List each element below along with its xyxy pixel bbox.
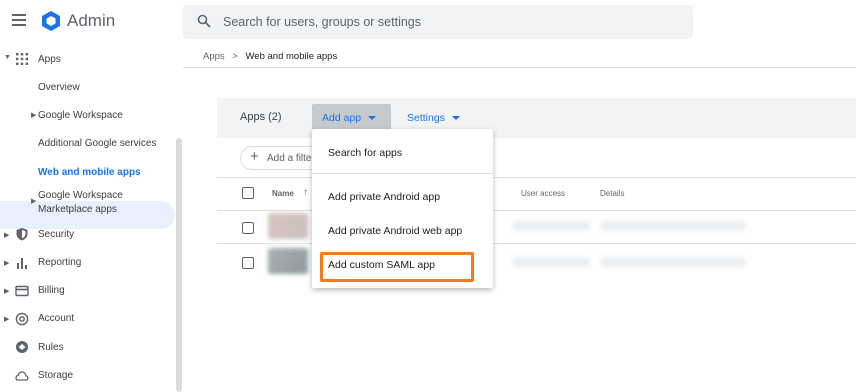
- search-input[interactable]: Search for users, groups or settings: [223, 15, 421, 29]
- rules-icon: [16, 341, 28, 353]
- apps-grid-icon: [16, 53, 28, 65]
- breadcrumb-separator: >: [232, 51, 238, 62]
- sidebar-item-billing[interactable]: Billing: [38, 285, 65, 296]
- add-app-label: Add app: [322, 112, 362, 124]
- menu-item-add-android-app[interactable]: Add private Android app: [328, 191, 440, 203]
- search-icon: [197, 14, 211, 28]
- select-all-checkbox[interactable]: [242, 187, 254, 199]
- menu-item-add-android-web-app[interactable]: Add private Android web app: [328, 225, 462, 237]
- app-thumbnail: [268, 213, 308, 239]
- sidebar-item-marketplace-line1[interactable]: Google Workspace: [38, 190, 123, 201]
- column-header-user-access: User access: [521, 189, 566, 198]
- cloud-icon: [15, 371, 29, 381]
- main-menu-icon[interactable]: [12, 14, 26, 26]
- breadcrumb: Apps > Web and mobile apps: [203, 51, 337, 62]
- row-checkbox[interactable]: [242, 257, 254, 269]
- sidebar-item-account[interactable]: Account: [38, 313, 74, 324]
- sort-arrow-icon[interactable]: ↑: [303, 187, 308, 198]
- divider: [183, 67, 856, 68]
- menu-divider: [312, 173, 493, 174]
- shield-icon: [16, 228, 28, 241]
- row-checkbox[interactable]: [242, 222, 254, 234]
- app-title[interactable]: Admin: [67, 11, 115, 31]
- bar-chart-icon: [17, 258, 27, 269]
- sidebar-item-overview[interactable]: Overview: [38, 82, 80, 93]
- dropdown-arrow-icon: [368, 116, 376, 120]
- chevron-right-icon[interactable]: ▶: [31, 197, 36, 205]
- sidebar-item-apps[interactable]: Apps: [38, 54, 61, 65]
- sidebar-scrollbar[interactable]: [176, 138, 182, 392]
- column-header-name[interactable]: Name: [272, 189, 294, 198]
- sidebar: ▼ Apps Overview ▶ Google Workspace Addit…: [0, 44, 180, 392]
- blurred-value: [600, 221, 746, 231]
- add-filter-label: Add a filte: [267, 153, 312, 164]
- sidebar-item-additional-services[interactable]: Additional Google services: [38, 138, 156, 149]
- chevron-right-icon[interactable]: ▶: [31, 111, 36, 119]
- breadcrumb-current: Web and mobile apps: [245, 51, 338, 62]
- chevron-right-icon[interactable]: ▶: [4, 259, 9, 267]
- blurred-value: [600, 257, 746, 267]
- breadcrumb-root[interactable]: Apps: [203, 51, 225, 62]
- at-sign-icon: [15, 312, 29, 326]
- admin-logo-icon: [42, 11, 60, 31]
- sidebar-item-rules[interactable]: Rules: [38, 342, 64, 353]
- chevron-right-icon[interactable]: ▶: [4, 315, 9, 323]
- credit-card-icon: [15, 285, 29, 297]
- dropdown-arrow-icon[interactable]: [452, 116, 460, 120]
- sidebar-item-web-mobile-apps[interactable]: Web and mobile apps: [38, 167, 141, 178]
- plus-icon: +: [250, 148, 259, 165]
- sidebar-item-reporting[interactable]: Reporting: [38, 257, 81, 268]
- add-app-button[interactable]: Add app: [312, 104, 391, 131]
- settings-button[interactable]: Settings: [407, 112, 445, 124]
- menu-item-search-apps[interactable]: Search for apps: [328, 147, 402, 159]
- app-thumbnail: [268, 248, 308, 274]
- sidebar-item-google-workspace[interactable]: Google Workspace: [38, 110, 123, 121]
- search-bar[interactable]: Search for users, groups or settings: [183, 5, 693, 39]
- chevron-right-icon[interactable]: ▶: [4, 287, 9, 295]
- blurred-value: [512, 257, 590, 267]
- apps-count-title: Apps (2): [240, 111, 282, 123]
- sidebar-item-marketplace-line2[interactable]: Marketplace apps: [38, 204, 117, 215]
- blurred-value: [512, 221, 590, 231]
- callout-highlight-box: [320, 252, 474, 282]
- chevron-right-icon[interactable]: ▶: [4, 231, 9, 239]
- sidebar-item-storage[interactable]: Storage: [38, 370, 73, 381]
- column-header-details: Details: [600, 189, 625, 198]
- chevron-down-icon[interactable]: ▼: [4, 54, 11, 61]
- sidebar-item-security[interactable]: Security: [38, 229, 74, 240]
